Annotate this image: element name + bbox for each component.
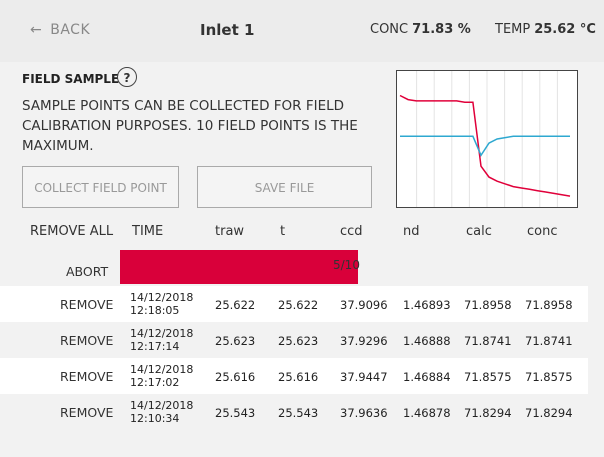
- row-nd: 1.46878: [403, 406, 451, 420]
- column-header-traw: traw: [215, 224, 245, 239]
- collection-progress-label: 5/10: [333, 258, 360, 272]
- row-nd: 1.46888: [403, 334, 451, 348]
- row-calc: 71.8958: [464, 298, 512, 312]
- table-row: REMOVE 14/12/2018 12:18:05 25.622 25.622 …: [0, 286, 588, 322]
- row-time: 14/12/2018 12:18:05: [130, 291, 193, 317]
- row-time: 14/12/2018 12:17:14: [130, 327, 193, 353]
- column-header-t: t: [280, 224, 286, 239]
- conc-label: CONC: [370, 22, 409, 37]
- row-traw: 25.616: [215, 370, 256, 384]
- row-conc: 71.8294: [525, 406, 573, 420]
- table-row: REMOVE 14/12/2018 12:17:02 25.616 25.616 …: [0, 358, 588, 394]
- row-conc: 71.8958: [525, 298, 573, 312]
- row-t: 25.622: [278, 298, 319, 312]
- row-traw: 25.543: [215, 406, 256, 420]
- table-row: REMOVE 14/12/2018 12:10:34 25.543 25.543 …: [0, 394, 588, 430]
- chart-series-line: [399, 94, 571, 197]
- help-icon[interactable]: ?: [117, 67, 137, 87]
- back-label: BACK: [50, 22, 91, 38]
- row-ccd: 37.9096: [340, 298, 388, 312]
- row-t: 25.623: [278, 334, 319, 348]
- row-ccd: 37.9296: [340, 334, 388, 348]
- remove-row-button[interactable]: REMOVE: [60, 333, 113, 348]
- row-time: 14/12/2018 12:17:02: [130, 363, 193, 389]
- page-title: Inlet 1: [200, 21, 255, 39]
- remove-row-button[interactable]: REMOVE: [60, 369, 113, 384]
- field-sample-description: SAMPLE POINTS CAN BE COLLECTED FOR FIELD…: [22, 98, 358, 154]
- save-file-button[interactable]: SAVE FILE: [197, 166, 372, 208]
- row-ccd: 37.9636: [340, 406, 388, 420]
- collect-field-point-button[interactable]: COLLECT FIELD POINT: [22, 166, 179, 208]
- temp-value: 25.62 °C: [534, 22, 596, 37]
- column-header-nd: nd: [403, 224, 420, 239]
- column-header-calc: calc: [466, 224, 492, 239]
- row-date-text: 14/12/2018: [130, 327, 194, 340]
- temp-label: TEMP: [495, 22, 531, 37]
- row-time: 14/12/2018 12:10:34: [130, 399, 193, 425]
- row-t: 25.616: [278, 370, 319, 384]
- trend-chart: [396, 70, 578, 208]
- column-header-ccd: ccd: [340, 224, 363, 239]
- collection-progress-bar: [120, 250, 358, 284]
- row-date-text: 14/12/2018: [130, 291, 194, 304]
- row-time-text: 12:17:02: [130, 376, 180, 389]
- row-t: 25.543: [278, 406, 319, 420]
- row-date-text: 14/12/2018: [130, 399, 194, 412]
- table-row: REMOVE 14/12/2018 12:17:14 25.623 25.623 …: [0, 322, 588, 358]
- column-header-conc: conc: [527, 224, 558, 239]
- top-bar: ← BACK Inlet 1 CONC 71.83 % TEMP 25.62 °C: [0, 0, 604, 62]
- chart-series-line: [400, 135, 570, 157]
- row-traw: 25.623: [215, 334, 256, 348]
- back-arrow-icon: ←: [30, 22, 43, 38]
- trend-chart-svg: [399, 71, 571, 207]
- abort-button[interactable]: ABORT: [66, 264, 108, 279]
- row-ccd: 37.9447: [340, 370, 388, 384]
- row-calc: 71.8294: [464, 406, 512, 420]
- row-calc: 71.8575: [464, 370, 512, 384]
- row-nd: 1.46893: [403, 298, 451, 312]
- remove-row-button[interactable]: REMOVE: [60, 297, 113, 312]
- row-time-text: 12:10:34: [130, 412, 180, 425]
- field-sample-title: FIELD SAMPLE: [22, 72, 120, 86]
- column-header-time: TIME: [132, 224, 164, 239]
- back-button[interactable]: ← BACK: [30, 22, 90, 38]
- conc-value: 71.83 %: [412, 22, 471, 37]
- row-time-text: 12:18:05: [130, 304, 180, 317]
- row-traw: 25.622: [215, 298, 256, 312]
- row-nd: 1.46884: [403, 370, 451, 384]
- row-conc: 71.8575: [525, 370, 573, 384]
- remove-all-button[interactable]: REMOVE ALL: [30, 224, 113, 239]
- row-date-text: 14/12/2018: [130, 363, 194, 376]
- row-calc: 71.8741: [464, 334, 512, 348]
- conc-readout: CONC 71.83 %: [370, 22, 471, 37]
- remove-row-button[interactable]: REMOVE: [60, 405, 113, 420]
- row-conc: 71.8741: [525, 334, 573, 348]
- row-time-text: 12:17:14: [130, 340, 180, 353]
- temp-readout: TEMP 25.62 °C: [495, 22, 596, 37]
